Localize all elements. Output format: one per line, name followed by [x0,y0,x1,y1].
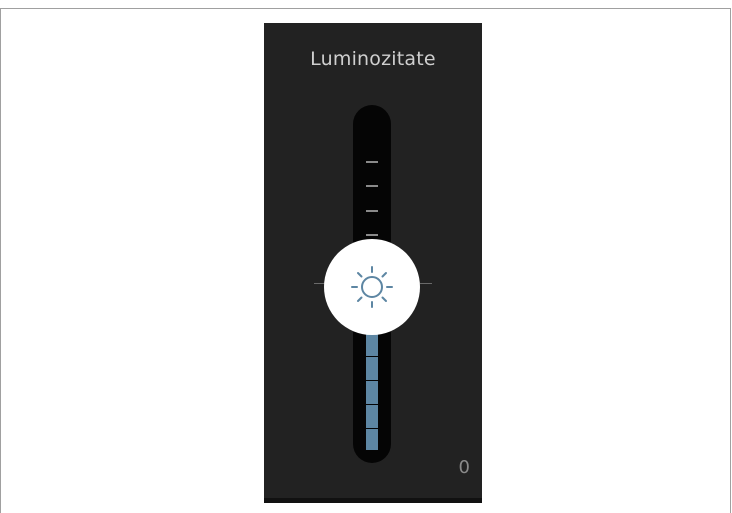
fill-segment-divider [366,404,378,405]
guide-line-right [420,283,432,284]
slider-tick [366,210,378,212]
fill-segment-divider [366,428,378,429]
slider-tick [366,161,378,163]
brightness-panel: Luminozitate 0 [264,23,482,503]
sun-icon [351,266,393,308]
fill-segment-divider [366,356,378,357]
brightness-title: Luminozitate [310,48,436,70]
fill-segment-divider [366,380,378,381]
slider-tick [366,185,378,187]
slider-tick [366,234,378,236]
brightness-slider-fill [366,333,378,450]
brightness-value-label: 0 [458,457,470,478]
brightness-slider-thumb[interactable] [324,239,420,335]
